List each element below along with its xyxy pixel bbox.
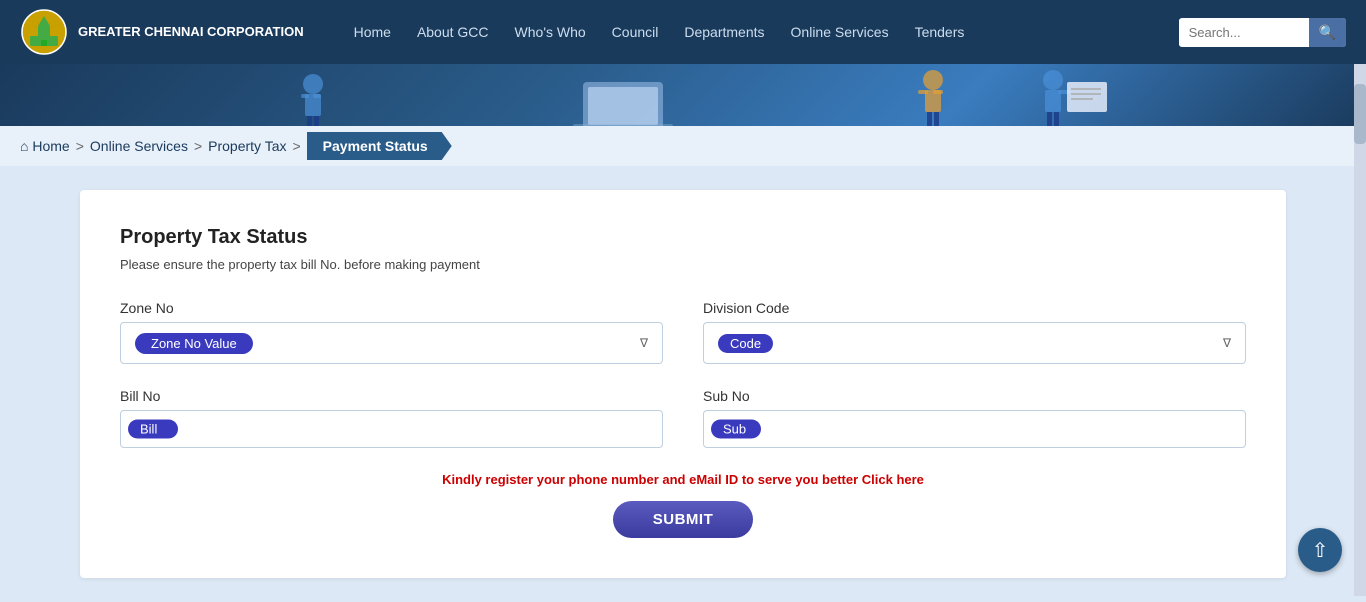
- navbar: GREATER CHENNAI CORPORATION Home About G…: [0, 0, 1366, 64]
- nav-council[interactable]: Council: [602, 20, 669, 44]
- nav-tenders[interactable]: Tenders: [905, 20, 975, 44]
- arrow-up-icon: ⇧: [1312, 538, 1329, 563]
- search-bar: 🔍: [1179, 18, 1346, 47]
- bc-propertytax-link[interactable]: Property Tax: [208, 138, 286, 154]
- hero-banner: [0, 64, 1366, 126]
- nav-online-services[interactable]: Online Services: [781, 20, 899, 44]
- scrollbar-thumb[interactable]: [1354, 84, 1366, 144]
- bc-active-item: Payment Status: [307, 132, 452, 160]
- zone-no-label: Zone No: [120, 300, 663, 316]
- breadcrumb: ⌂ Home > Online Services > Property Tax …: [0, 126, 1366, 166]
- home-icon: ⌂: [20, 138, 28, 154]
- sub-no-group: Sub No Sub: [703, 388, 1246, 448]
- search-icon: 🔍: [1319, 24, 1336, 40]
- form-row-1: Zone No Zone No Value ∇ Division Code Co…: [120, 300, 1246, 364]
- zone-no-group: Zone No Zone No Value ∇: [120, 300, 663, 364]
- division-code-label: Division Code: [703, 300, 1246, 316]
- division-code-chevron-icon: ∇: [1223, 336, 1231, 350]
- hero-illustration: [233, 64, 1133, 126]
- zone-no-value: Zone No Value: [135, 333, 253, 354]
- bill-no-input[interactable]: [120, 410, 663, 448]
- bc-sep-1: >: [76, 138, 84, 154]
- nav-whos-who[interactable]: Who's Who: [505, 20, 596, 44]
- scrollbar[interactable]: [1354, 64, 1366, 596]
- bc-sep-3: >: [292, 138, 300, 154]
- search-input[interactable]: [1179, 19, 1309, 46]
- form-row-2: Bill No Bill Sub No Sub: [120, 388, 1246, 448]
- division-code-group: Division Code Code ∇: [703, 300, 1246, 364]
- division-code-select-container: Code ∇: [703, 322, 1246, 364]
- main-content: Property Tax Status Please ensure the pr…: [0, 166, 1366, 602]
- search-button[interactable]: 🔍: [1309, 18, 1346, 47]
- form-card: Property Tax Status Please ensure the pr…: [80, 190, 1286, 578]
- gcc-logo: [20, 8, 68, 56]
- app-title: GREATER CHENNAI CORPORATION: [78, 24, 304, 41]
- submit-button[interactable]: SUBMIT: [613, 501, 754, 538]
- form-subtitle: Please ensure the property tax bill No. …: [120, 257, 1246, 272]
- bc-home-link[interactable]: Home: [32, 138, 69, 154]
- sub-no-input-wrapper: Sub: [703, 410, 1246, 448]
- bc-propertytax-item[interactable]: Property Tax: [208, 138, 286, 154]
- division-code-value: Code: [718, 334, 773, 353]
- zone-no-select[interactable]: Zone No Value ∇: [120, 322, 663, 364]
- bill-no-label: Bill No: [120, 388, 663, 404]
- form-actions: Kindly register your phone number and eM…: [120, 472, 1246, 538]
- bill-no-input-wrapper: Bill: [120, 410, 663, 448]
- sub-no-label: Sub No: [703, 388, 1246, 404]
- division-code-select[interactable]: Code ∇: [703, 322, 1246, 364]
- nav-about[interactable]: About GCC: [407, 20, 499, 44]
- sub-no-input[interactable]: [703, 410, 1246, 448]
- bc-sep-2: >: [194, 138, 202, 154]
- nav-departments[interactable]: Departments: [674, 20, 774, 44]
- bc-online-item[interactable]: Online Services: [90, 138, 188, 154]
- nav-home[interactable]: Home: [344, 20, 401, 44]
- scroll-top-button[interactable]: ⇧: [1298, 528, 1342, 572]
- brand: GREATER CHENNAI CORPORATION: [20, 8, 304, 56]
- register-notice[interactable]: Kindly register your phone number and eM…: [442, 472, 924, 487]
- bill-no-group: Bill No Bill: [120, 388, 663, 448]
- zone-no-chevron-icon: ∇: [640, 336, 648, 350]
- form-title: Property Tax Status: [120, 226, 1246, 249]
- nav-links: Home About GCC Who's Who Council Departm…: [344, 20, 1179, 44]
- zone-no-select-container: Zone No Value ∇: [120, 322, 663, 364]
- bc-online-link[interactable]: Online Services: [90, 138, 188, 154]
- bc-home-item[interactable]: ⌂ Home: [20, 138, 70, 154]
